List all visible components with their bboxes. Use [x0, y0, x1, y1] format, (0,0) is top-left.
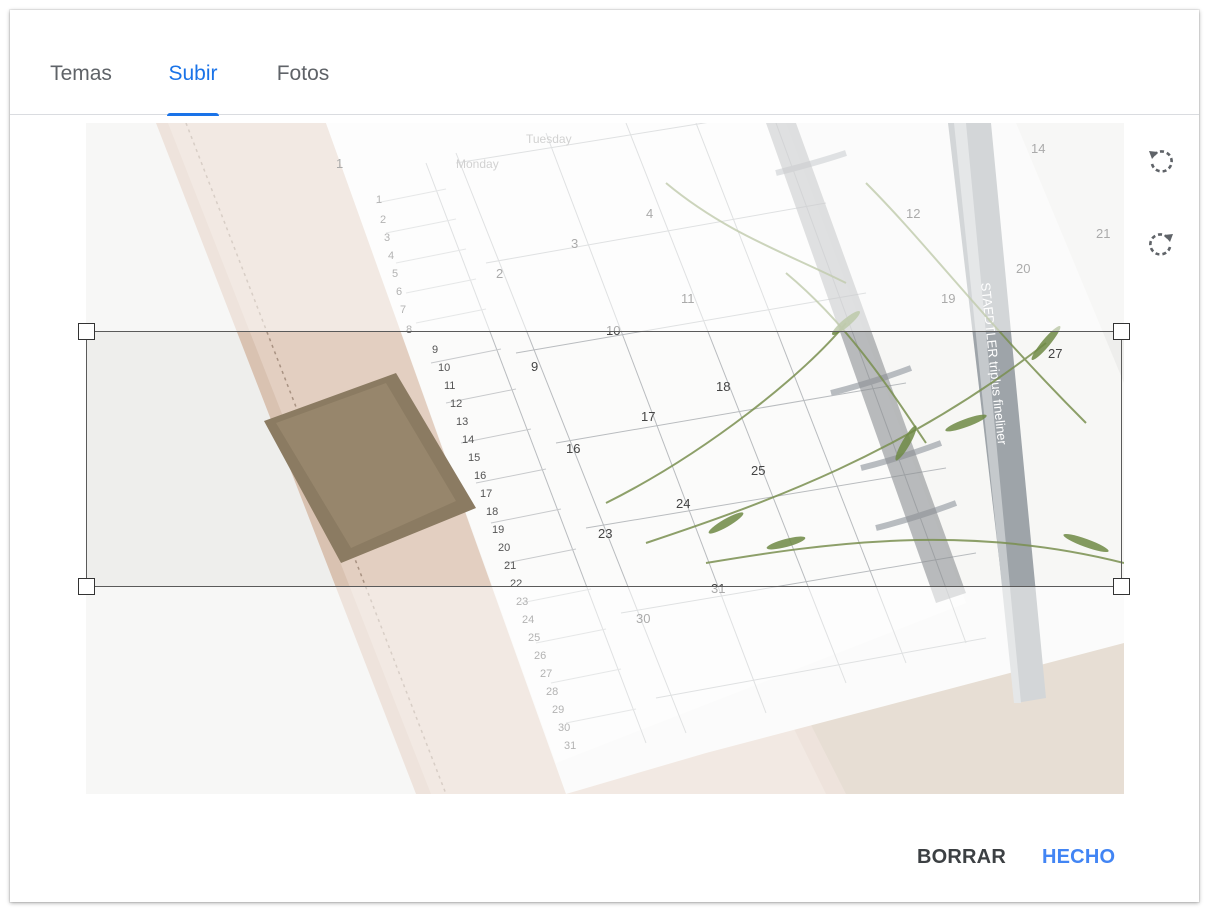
- rotate-right-button[interactable]: [1141, 224, 1181, 264]
- tab-fotos[interactable]: Fotos: [272, 62, 334, 115]
- svg-text:27: 27: [540, 668, 552, 680]
- crop-handle-bottom-left[interactable]: [78, 578, 95, 595]
- crop-selection[interactable]: [78, 323, 1130, 595]
- svg-text:Tuesday: Tuesday: [526, 132, 572, 146]
- svg-text:25: 25: [528, 632, 540, 644]
- svg-text:1: 1: [376, 194, 382, 206]
- crop-handle-top-left[interactable]: [78, 323, 95, 340]
- svg-text:23: 23: [516, 596, 528, 608]
- rotate-right-icon: [1149, 233, 1173, 256]
- background-picker-dialog: Temas Subir Fotos 1 2 3 4 5 6 7 8 9 10 1…: [10, 10, 1199, 902]
- svg-text:2: 2: [496, 266, 503, 281]
- crop-handle-top-right[interactable]: [1113, 323, 1130, 340]
- svg-text:3: 3: [384, 232, 390, 244]
- svg-text:29: 29: [552, 704, 564, 716]
- active-tab-indicator: [167, 113, 219, 116]
- svg-text:7: 7: [400, 304, 406, 316]
- tab-bar: Temas Subir Fotos: [10, 10, 1199, 116]
- svg-text:2: 2: [380, 214, 386, 226]
- clear-button[interactable]: BORRAR: [917, 846, 1006, 869]
- done-button[interactable]: HECHO: [1042, 846, 1115, 869]
- tab-temas[interactable]: Temas: [45, 62, 117, 115]
- tab-subir[interactable]: Subir: [165, 62, 221, 116]
- svg-text:11: 11: [681, 291, 695, 306]
- svg-text:26: 26: [534, 650, 546, 662]
- svg-text:28: 28: [546, 686, 558, 698]
- svg-text:4: 4: [646, 206, 653, 221]
- svg-text:6: 6: [396, 286, 402, 298]
- rotate-left-icon: [1149, 150, 1173, 173]
- svg-text:21: 21: [1096, 226, 1110, 241]
- svg-text:1: 1: [336, 156, 343, 171]
- tab-label: Fotos: [276, 62, 330, 85]
- svg-text:31: 31: [564, 740, 576, 752]
- svg-text:24: 24: [522, 614, 534, 626]
- crop-handle-bottom-right[interactable]: [1113, 578, 1130, 595]
- svg-text:14: 14: [1031, 141, 1045, 156]
- svg-text:5: 5: [392, 268, 398, 280]
- svg-text:3: 3: [571, 236, 578, 251]
- svg-text:Monday: Monday: [456, 157, 499, 171]
- svg-text:4: 4: [388, 250, 394, 262]
- svg-text:19: 19: [941, 291, 955, 306]
- tab-label: Subir: [168, 62, 218, 85]
- svg-text:30: 30: [558, 722, 570, 734]
- svg-text:20: 20: [1016, 261, 1030, 276]
- svg-text:12: 12: [906, 206, 920, 221]
- svg-text:30: 30: [636, 611, 650, 626]
- rotate-left-button[interactable]: [1141, 141, 1181, 181]
- tab-label: Temas: [50, 62, 112, 85]
